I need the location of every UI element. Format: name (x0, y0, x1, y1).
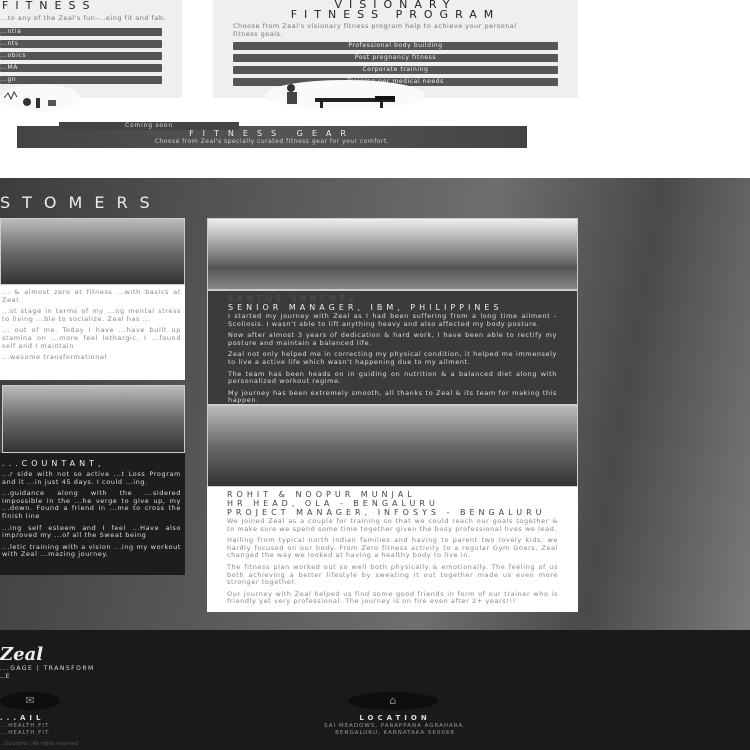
testimonial-text: Zeal not only helped me in correcting my… (228, 350, 557, 366)
customer-photo (207, 405, 578, 487)
testimonial-text: ...st stage in terms of my ...ng mental … (2, 307, 181, 323)
testimonial-card: ... & almost zero at fitness ...with bas… (0, 285, 185, 380)
testimonial-text: ...wesome transformational (2, 353, 107, 362)
testimonial-text: Hailing from typical north Indian famili… (227, 536, 558, 560)
testimonial-text: Now after almost 3 years of dedication &… (228, 331, 557, 347)
program-item[interactable]: ...obics (0, 52, 162, 60)
email-label: ...AIL (0, 714, 45, 722)
testimonial-text: The team has been heads on in guiding on… (228, 369, 557, 386)
program-title: FITNESS (2, 0, 97, 12)
program-item[interactable]: ...MA (0, 64, 162, 72)
program-item[interactable]: Corporate training (233, 66, 558, 74)
program-item[interactable]: ...ntia (0, 28, 162, 36)
location-icon: ⌂ (348, 692, 438, 710)
program-subtitle: ...to any of the Zeal's fun-...eing fit … (0, 14, 167, 22)
testimonial-text: ... & almost zero at fitness ...with bas… (2, 288, 181, 304)
footer: Zeal ...GAGE | TRANSFORM ...E ✉ ...AIL .… (0, 630, 750, 750)
coming-soon-badge: Coming soon (59, 122, 239, 130)
testimonial-text: ...letic training with a vision ...ing m… (2, 542, 181, 559)
program-item[interactable]: ...gn (0, 76, 162, 84)
customers-section: STOMERS ... & almost zero at fitness ...… (0, 178, 750, 630)
testimonial-text: I started my journey with Zeal as I had … (228, 312, 557, 328)
testimonial-card: ROHIT & NOOPUR MUNJAL HR HEAD, OLA - BEN… (207, 487, 578, 612)
gear-title: FITNESS GEAR (189, 129, 355, 138)
email-link[interactable]: ...HEALTH.FIT (0, 723, 49, 729)
customer-name: ROHIT & NOOPUR MUNJAL (227, 490, 416, 499)
section-title: STOMERS (0, 193, 162, 212)
program-item[interactable]: ...nts (0, 40, 162, 48)
testimonial-text: The fitness plan worked out so well both… (227, 562, 558, 587)
customer-name: SANTOS SANCHEZ (228, 294, 359, 303)
footer-tagline: ...GAGE | TRANSFORM (0, 665, 95, 672)
location-address: BENGALURU, KARNATAKA 560068 (335, 730, 455, 736)
testimonial-text: ...guidance along with the ...sidered im… (2, 489, 181, 520)
testimonial-text: We joined Zeal as a couple for training … (227, 517, 558, 533)
copyright: ...Solutions | All rights reserved (0, 741, 79, 747)
gear-subtitle: Choose from Zeal's specially curated fit… (154, 138, 390, 145)
email-link[interactable]: ...HEALTH.FIT (0, 730, 49, 736)
customer-photo (2, 385, 185, 453)
email-icon: ✉ (0, 692, 60, 710)
location-label: LOCATION (359, 714, 431, 722)
testimonial-text: ...ing self esteem and I feel ...Have al… (2, 523, 181, 540)
fitness-illustration (0, 84, 80, 112)
location-address: SAI MEADOWS, PARAPPANA AGRAHARA, (324, 723, 466, 729)
footer-logo[interactable]: Zeal (0, 644, 43, 665)
testimonial-card: ...COUNTANT, ...r side with not so activ… (0, 453, 185, 575)
testimonial-text: My journey has been extremely smooth, al… (228, 388, 557, 405)
program-item[interactable]: Post pregnancy fitness (233, 54, 558, 62)
program-subtitle: Choose from Zeal's visionary fitness pro… (233, 22, 517, 38)
trainer-illustration (265, 80, 425, 110)
customer-photo (207, 218, 578, 290)
testimonial-text: Our journey with Zeal helped us find som… (227, 589, 558, 606)
customer-title: SENIOR MANAGER, IBM, PHILIPPINES (228, 303, 503, 312)
testimonial-text: ... out of me. Today I have ...have buil… (2, 326, 181, 350)
customer-photo (0, 218, 185, 285)
footer-tagline: ...E (0, 673, 10, 680)
customer-title: PROJECT MANAGER, INFOSYS - BENGALURU (227, 508, 546, 517)
customer-name: ...COUNTANT, (2, 459, 105, 468)
testimonial-text: ...r side with not so active ...t Loss P… (2, 470, 181, 486)
program-item[interactable]: Professional body building (233, 42, 558, 50)
fitness-gear-banner[interactable]: Coming soon FITNESS GEAR Choose from Zea… (17, 122, 527, 148)
program-title: FITNESS PROGRAM (290, 8, 501, 21)
testimonial-card: SANTOS SANCHEZ SENIOR MANAGER, IBM, PHIL… (207, 290, 578, 405)
customer-title: HR HEAD, OLA - BENGALURU (227, 499, 439, 508)
